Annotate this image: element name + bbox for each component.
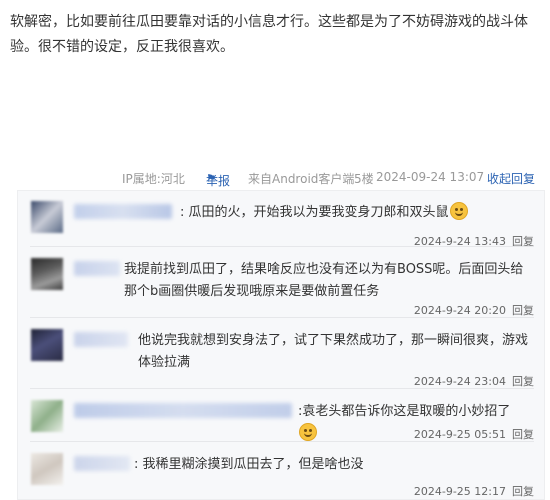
- divider: [30, 246, 534, 247]
- divider: [30, 388, 534, 389]
- avatar[interactable]: [31, 453, 63, 485]
- report-label: 举报: [206, 174, 231, 188]
- reply-time: 2024-9-24 20:20: [413, 304, 506, 317]
- reply-item: 我提前找到瓜田了，结果啥反应也没有还以为有BOSS呢。后面回头给那个b画圈供暖后…: [18, 248, 544, 318]
- divider: [30, 441, 534, 442]
- ip-location: IP属地:河北: [122, 172, 185, 186]
- reply-button[interactable]: 回复: [512, 428, 534, 441]
- reply-button[interactable]: 回复: [512, 375, 534, 388]
- post-time: 2024-09-24 13:07: [376, 170, 485, 184]
- reply-item: : 瓜田的火，开始我以为要我变身刀郎和双头鼠 2024-9-24 13:43 回复: [18, 191, 544, 248]
- reply-item: 他说完我就想到安身法了，试了下果然成功了，那一瞬间很爽，游戏体验拉满 2024-…: [18, 319, 544, 389]
- post-content: 软解密，比如要前往瓜田要靠对话的小信息才行。这些都是为了不妨碍游戏的战斗体验。很…: [10, 14, 528, 55]
- reply-text: : 我稀里糊涂摸到瓜田去了，但是啥也没: [134, 457, 364, 472]
- reply-footer: 2024-9-25 05:51 回复: [414, 426, 534, 442]
- reply-text: : 瓜田的火，开始我以为要我变身刀郎和双头鼠: [180, 202, 520, 224]
- reply-footer: 2024-9-24 23:04 回复: [414, 373, 534, 389]
- username[interactable]: [74, 204, 172, 219]
- reply-item: : 我稀里糊涂摸到瓜田去了，但是啥也没 2024-9-25 12:17 回复: [18, 443, 544, 499]
- reply-text: 他说完我就想到安身法了，试了下果然成功了，那一瞬间很爽，游戏体验拉满: [138, 333, 529, 370]
- reply-footer: 2024-9-24 20:20 回复: [414, 302, 534, 318]
- reply-item: :袁老头都告诉你这是取暖的小妙招了 2024-9-25 05:51 回复: [18, 390, 544, 442]
- reply-time: 2024-9-24 23:04: [413, 375, 506, 388]
- reply-list: : 瓜田的火，开始我以为要我变身刀郎和双头鼠 2024-9-24 13:43 回复…: [17, 190, 545, 500]
- avatar[interactable]: [31, 329, 63, 361]
- fold-replies-link[interactable]: 收起回复: [487, 170, 535, 187]
- reply-button[interactable]: 回复: [512, 304, 534, 317]
- reply-text: 我提前找到瓜田了，结果啥反应也没有还以为有BOSS呢。后面回头给那个b画圈供暖后…: [124, 262, 524, 299]
- reply-time: 2024-9-25 05:51: [413, 428, 506, 441]
- reply-time: 2024-9-25 12:17: [413, 485, 506, 498]
- divider: [30, 317, 534, 318]
- username[interactable]: [74, 403, 292, 418]
- smile-emoji-icon: [299, 423, 317, 441]
- avatar[interactable]: [31, 201, 63, 233]
- username[interactable]: [74, 456, 130, 471]
- avatar[interactable]: [31, 258, 63, 290]
- floor-number: 5楼: [354, 172, 374, 186]
- username[interactable]: [74, 332, 128, 347]
- client-source: 来自Android客户端: [248, 172, 355, 186]
- smile-emoji-icon: [449, 202, 468, 220]
- avatar[interactable]: [31, 400, 63, 432]
- username[interactable]: [74, 261, 120, 276]
- reply-button[interactable]: 回复: [512, 485, 534, 498]
- reply-footer: 2024-9-25 12:17 回复: [414, 483, 534, 499]
- post-meta-bar: IP属地:河北 ⚑ 举报 来自Android客户端 5楼 2024-09-24 1…: [0, 168, 550, 188]
